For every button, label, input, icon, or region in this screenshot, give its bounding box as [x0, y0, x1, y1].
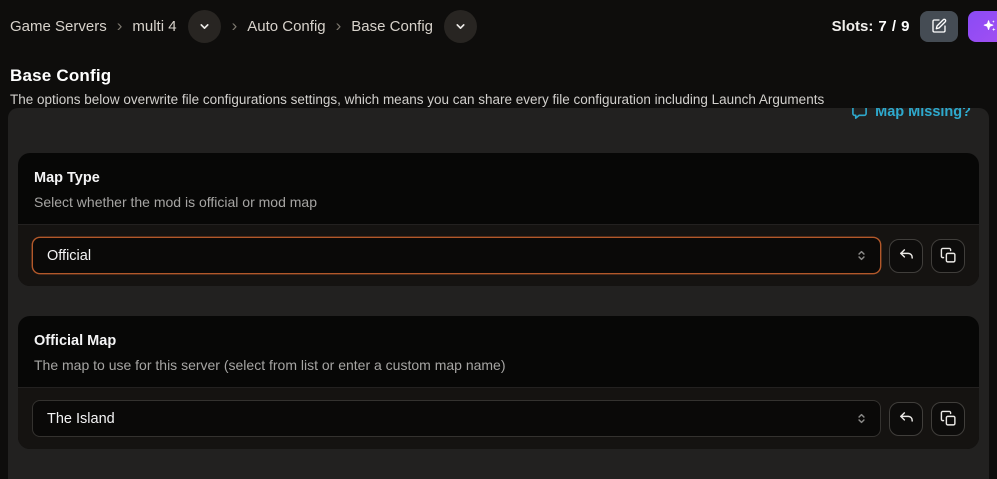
map-missing-label: Map Missing? — [875, 108, 971, 120]
card-title: Official Map — [34, 333, 117, 349]
config-panel: Map Missing? Map Type Select whether the… — [8, 108, 989, 479]
config-card-official-map: Official Map The map to use for this ser… — [18, 316, 979, 449]
breadcrumb-game-servers[interactable]: Game Servers — [10, 18, 107, 35]
breadcrumb-auto-config[interactable]: Auto Config — [247, 18, 325, 35]
topbar-actions: Slots: 7 / 9 — [832, 10, 997, 42]
slots-label: Slots: — [831, 17, 874, 35]
chevron-down-icon — [198, 20, 211, 33]
config-dropdown-button[interactable] — [444, 9, 478, 43]
topbar: Game Servers › multi 4 › Auto Config › B… — [0, 0, 997, 52]
breadcrumb-separator: › — [335, 15, 342, 35]
map-missing-link[interactable]: Map Missing? — [851, 108, 971, 123]
unfold-chevrons-icon — [855, 249, 868, 262]
copy-icon — [940, 247, 957, 264]
page-subtitle: The options below overwrite file configu… — [10, 92, 825, 107]
reset-map-type-button[interactable] — [889, 238, 923, 273]
card-control-row: The Island — [18, 387, 979, 449]
slots-indicator: Slots: 7 / 9 — [832, 18, 910, 35]
link-row: Map Missing? — [18, 108, 979, 123]
copy-map-type-button[interactable] — [931, 238, 965, 273]
official-map-select[interactable]: The Island — [32, 400, 881, 437]
chevron-down-icon — [454, 20, 467, 33]
card-control-row: Official — [18, 224, 979, 286]
sparkles-icon — [981, 18, 997, 35]
copy-official-map-button[interactable] — [931, 401, 965, 436]
server-dropdown-button[interactable] — [187, 9, 221, 43]
slots-value: 7 / 9 — [878, 17, 910, 35]
breadcrumb-separator: › — [116, 15, 123, 35]
ai-assistant-button[interactable] — [968, 10, 997, 42]
card-description: Select whether the mod is official or mo… — [34, 194, 317, 210]
card-header: Map Type Select whether the mod is offic… — [18, 153, 979, 224]
breadcrumb-base-config[interactable]: Base Config — [351, 18, 433, 35]
undo-icon — [898, 410, 915, 427]
edit-slots-button[interactable] — [920, 10, 958, 42]
chat-bubble-icon — [851, 108, 868, 121]
breadcrumb-server-name[interactable]: multi 4 — [132, 18, 176, 35]
page-header: Base Config The options below overwrite … — [0, 52, 997, 107]
card-description: The map to use for this server (select f… — [34, 357, 506, 373]
undo-icon — [898, 247, 915, 264]
map-type-select[interactable]: Official — [32, 237, 881, 274]
select-value: Official — [47, 247, 92, 264]
reset-official-map-button[interactable] — [889, 401, 923, 436]
copy-icon — [940, 410, 957, 427]
card-header: Official Map The map to use for this ser… — [18, 316, 979, 387]
breadcrumb: Game Servers › multi 4 › Auto Config › B… — [10, 9, 478, 43]
select-value: The Island — [47, 410, 115, 427]
page-title: Base Config — [10, 66, 112, 85]
card-title: Map Type — [34, 170, 100, 186]
unfold-chevrons-icon — [855, 412, 868, 425]
config-card-map-type: Map Type Select whether the mod is offic… — [18, 153, 979, 286]
breadcrumb-separator: › — [231, 15, 238, 35]
edit-square-icon — [931, 18, 947, 34]
